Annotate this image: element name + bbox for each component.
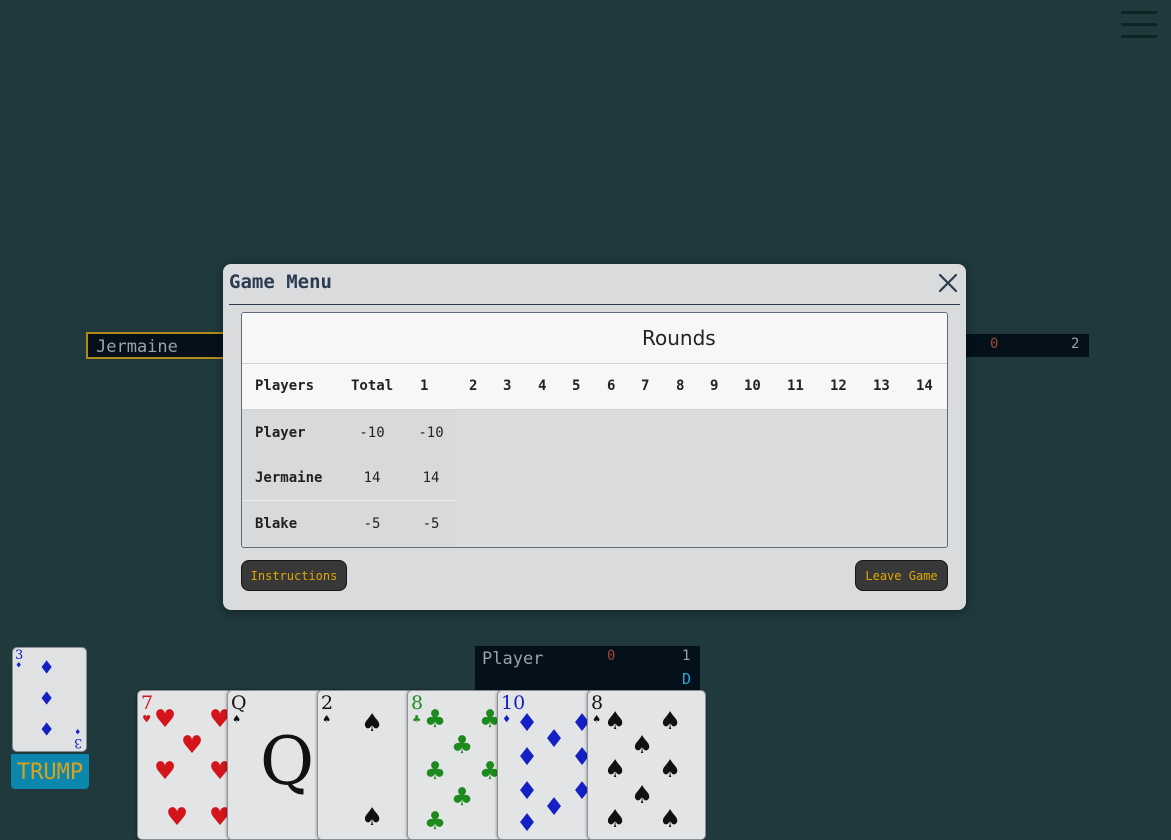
instructions-button[interactable]: Instructions — [241, 560, 347, 591]
column-header: Total — [351, 378, 394, 394]
leave-game-button[interactable]: Leave Game — [855, 560, 948, 591]
row-player-name: Jermaine — [255, 470, 323, 486]
column-header: 11 — [787, 378, 804, 394]
column-header: 8 — [676, 378, 685, 394]
column-header: 7 — [641, 378, 650, 394]
row-round-1: -10 — [418, 425, 444, 441]
row-total: -10 — [359, 425, 385, 441]
row-player-name: Blake — [255, 516, 298, 532]
column-header: 5 — [572, 378, 581, 394]
row-player-name: Player — [255, 425, 306, 441]
row-total: -5 — [363, 516, 381, 532]
row-round-1: 14 — [422, 470, 440, 486]
game-menu-modal: Game Menu Rounds Players Total 1 2 3 4 5… — [223, 264, 966, 610]
rounds-heading: Rounds — [642, 326, 716, 350]
column-header: 10 — [744, 378, 761, 394]
column-header: 14 — [916, 378, 933, 394]
column-header: 4 — [538, 378, 547, 394]
table-row: Player -10 -10 — [242, 410, 457, 456]
column-header: 13 — [873, 378, 890, 394]
column-header: 12 — [830, 378, 847, 394]
close-icon[interactable] — [935, 270, 961, 296]
row-total: 14 — [363, 470, 381, 486]
modal-title: Game Menu — [229, 271, 332, 293]
modal-divider — [229, 304, 960, 305]
column-header: 1 — [420, 378, 429, 394]
column-header: 2 — [469, 378, 478, 394]
scoreboard-table: Rounds Players Total 1 2 3 4 5 6 7 8 9 1… — [241, 312, 948, 548]
column-header: 9 — [710, 378, 719, 394]
column-header: 6 — [607, 378, 616, 394]
table-row: Jermaine 14 14 — [242, 455, 457, 501]
table-row: Blake -5 -5 — [242, 501, 457, 546]
column-headers: Players Total 1 2 3 4 5 6 7 8 9 10 11 12… — [242, 364, 947, 410]
rounds-header: Rounds — [242, 313, 947, 364]
column-header: Players — [255, 378, 315, 394]
column-header: 3 — [503, 378, 512, 394]
row-round-1: -5 — [422, 516, 440, 532]
